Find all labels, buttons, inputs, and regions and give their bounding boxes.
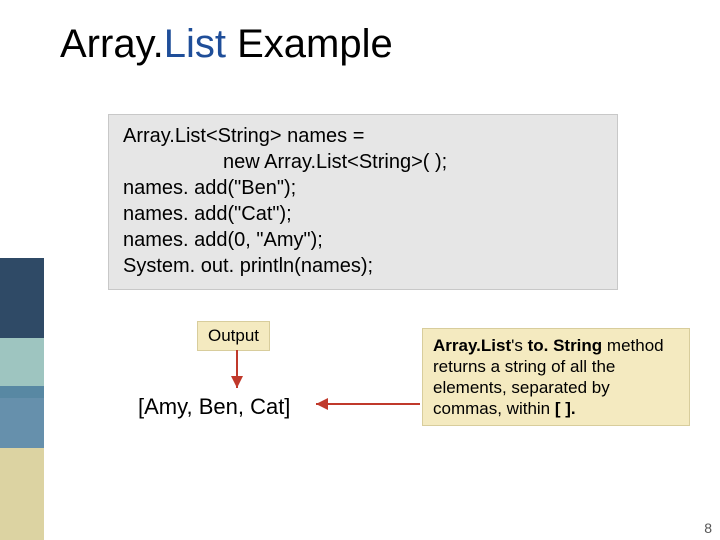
sidebar-block — [0, 448, 44, 540]
note-box: Array.List's to. String method returns a… — [422, 328, 690, 426]
page-number: 8 — [704, 520, 712, 536]
note-bold: [ ]. — [555, 399, 576, 418]
note-bold: Array.List — [433, 336, 511, 355]
title-part: Array. — [60, 22, 164, 66]
title-accent: List — [164, 22, 226, 66]
decorative-sidebar — [0, 258, 44, 540]
slide: Array.List Example Array.List<String> na… — [0, 0, 720, 540]
sidebar-block — [0, 258, 44, 338]
note-bold: to. String — [528, 336, 603, 355]
output-label: Output — [197, 321, 270, 351]
note-text: 's — [511, 336, 527, 355]
title-part: Example — [226, 22, 393, 66]
sidebar-block — [0, 386, 44, 454]
slide-title: Array.List Example — [60, 22, 393, 67]
output-value: [Amy, Ben, Cat] — [138, 394, 290, 420]
code-block: Array.List<String> names = new Array.Lis… — [108, 114, 618, 290]
